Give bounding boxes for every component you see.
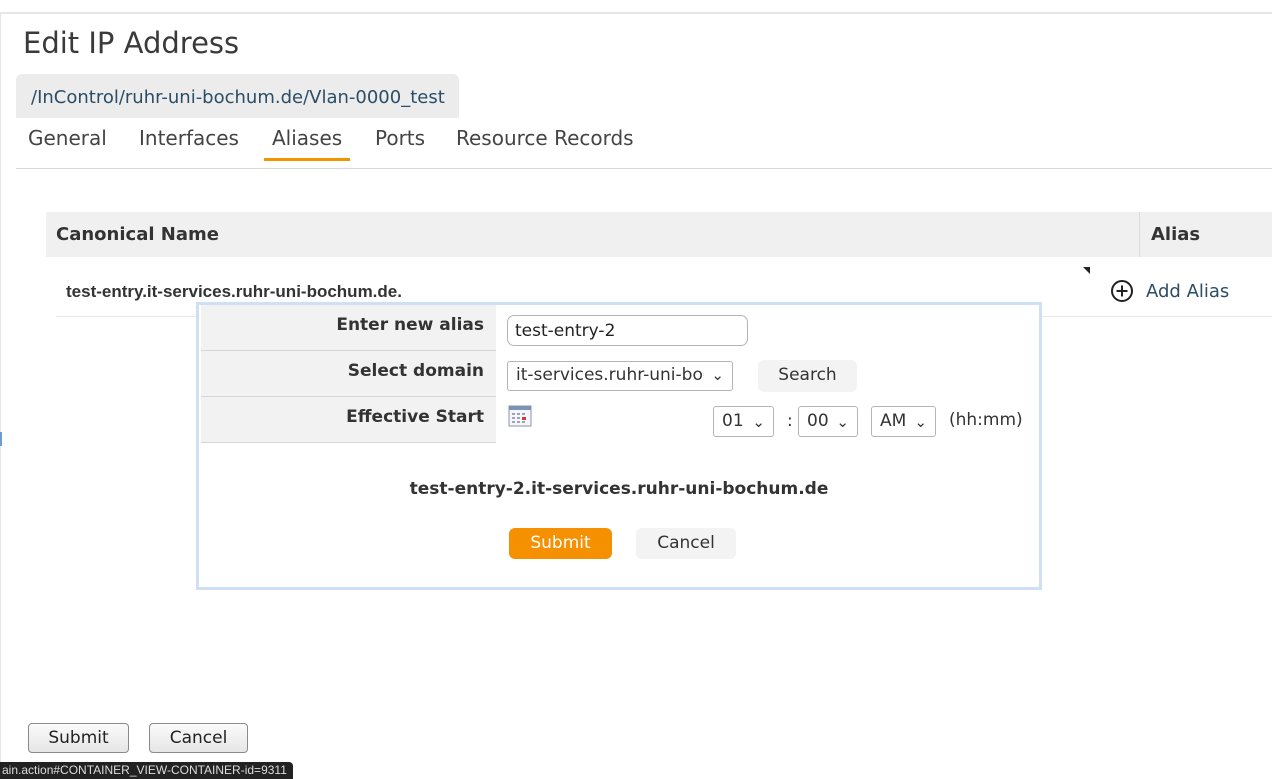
page-title: Edit IP Address [23, 26, 240, 60]
time-separator: : [787, 411, 793, 431]
grid-header: Canonical Name Alias [46, 212, 1272, 257]
tab-general[interactable]: General [20, 126, 115, 158]
effective-start-label: Effective Start [201, 397, 496, 443]
top-divider [0, 12, 1272, 14]
popup-submit-button[interactable]: Submit [509, 528, 612, 559]
domain-select-value: it-services.ruhr-uni-bochum.de [516, 365, 704, 385]
minute-value: 00 [807, 411, 829, 431]
breadcrumb[interactable]: /InControl/ruhr-uni-bochum.de/Vlan-0000_… [16, 74, 459, 118]
chevron-down-icon: ⌄ [836, 413, 849, 431]
search-button[interactable]: Search [758, 360, 857, 392]
hour-value: 01 [722, 411, 744, 431]
alias-preview: test-entry-2.it-services.ruhr-uni-bochum… [409, 479, 829, 499]
left-edge-marker [0, 432, 2, 446]
column-header-alias[interactable]: Alias [1151, 224, 1200, 245]
domain-field-label: Select domain [201, 351, 496, 397]
changed-cell-marker [1083, 267, 1090, 274]
submit-button[interactable]: Submit [28, 723, 129, 753]
ampm-value: AM [880, 411, 907, 431]
plus-circle-icon [1110, 279, 1134, 303]
status-bar-url: ain.action#CONTAINER_VIEW-CONTAINER-id=9… [0, 762, 293, 779]
tab-aliases[interactable]: Aliases [264, 126, 351, 161]
tab-interfaces[interactable]: Interfaces [131, 126, 247, 158]
domain-select[interactable]: it-services.ruhr-uni-bochum.de ⌄ [507, 361, 733, 391]
minute-select[interactable]: 00 ⌄ [798, 406, 858, 437]
left-edge-divider [0, 14, 1, 774]
add-alias-label: Add Alias [1146, 280, 1230, 302]
tab-resource-records[interactable]: Resource Records [448, 126, 642, 158]
add-alias-button[interactable]: Add Alias [1110, 279, 1229, 303]
alias-input[interactable] [507, 315, 748, 346]
ampm-select[interactable]: AM ⌄ [871, 406, 936, 437]
chevron-down-icon: ⌄ [711, 366, 724, 384]
popup-cancel-button[interactable]: Cancel [636, 528, 736, 559]
tab-ports[interactable]: Ports [367, 126, 433, 158]
add-alias-popup: Enter new alias Select domain it-service… [196, 302, 1042, 590]
calendar-icon[interactable] [508, 405, 532, 427]
time-format-hint: (hh:mm) [949, 410, 1023, 430]
column-header-canonical-name[interactable]: Canonical Name [56, 224, 219, 245]
tab-bar: General Interfaces Aliases Ports Resourc… [16, 118, 1272, 169]
column-divider [1139, 212, 1140, 257]
canonical-name-cell: test-entry.it-services.ruhr-uni-bochum.d… [66, 282, 402, 301]
cancel-button[interactable]: Cancel [149, 723, 248, 753]
chevron-down-icon: ⌄ [752, 413, 765, 431]
alias-field-label: Enter new alias [201, 305, 496, 351]
chevron-down-icon: ⌄ [914, 413, 927, 431]
hour-select[interactable]: 01 ⌄ [713, 406, 774, 437]
